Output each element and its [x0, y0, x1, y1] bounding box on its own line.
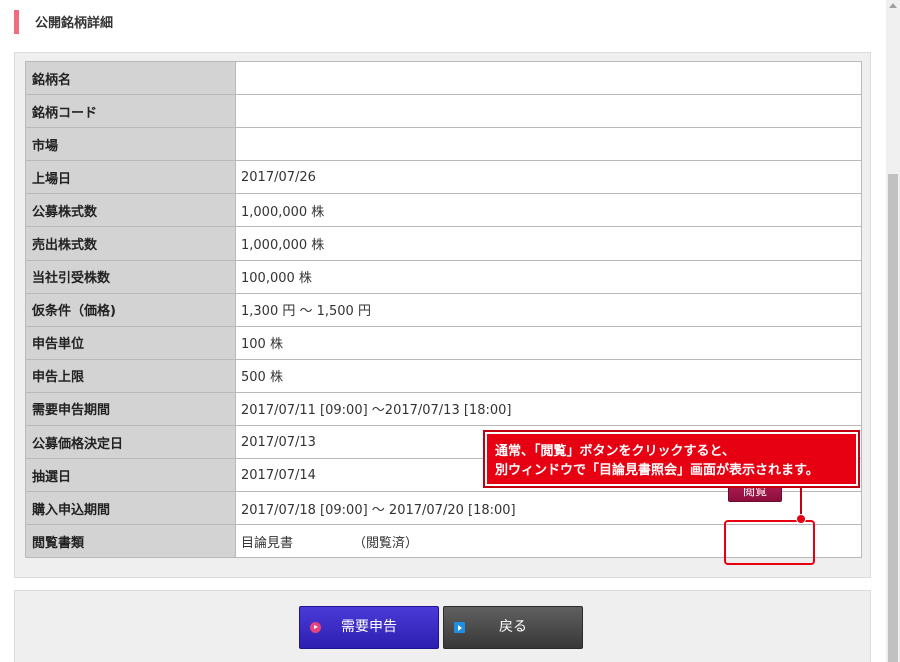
table-row: 市場 [25, 127, 862, 162]
row-value: 100,000 株 [235, 259, 862, 294]
callout-line-2: 別ウィンドウで「目論見書照会」画面が表示されます。 [495, 463, 819, 478]
demand-button-label: 需要申告 [341, 619, 397, 635]
table-row: 当社引受株数 100,000 株 [25, 259, 862, 294]
table-row: 銘柄コード [25, 94, 862, 129]
table-row: 申告単位 100 株 [25, 325, 862, 360]
table-row: 需要申告期間 2017/07/11 [09:00] ～2017/07/13 [18… [25, 391, 862, 427]
row-label: 抽選日 [25, 458, 236, 493]
arrow-right-square-icon [454, 622, 465, 633]
row-value [235, 60, 862, 96]
row-value [235, 127, 862, 162]
document-status: （閲覧済） [353, 535, 419, 551]
row-value: 500 株 [235, 358, 862, 393]
row-value: 2017/07/11 [09:00] ～2017/07/13 [18:00] [235, 391, 862, 427]
row-label: 申告単位 [25, 325, 236, 360]
callout-pointer-dot [796, 514, 806, 524]
row-value: 2017/07/26 [235, 160, 862, 195]
table-row: 申告上限 500 株 [25, 358, 862, 393]
page-header: 公開銘柄詳細 [0, 0, 886, 44]
row-label: 仮条件（価格) [25, 292, 236, 327]
row-label: 公募価格決定日 [25, 425, 236, 460]
table-row: 売出株式数 1,000,000 株 [25, 226, 862, 261]
play-circle-icon [310, 622, 321, 633]
row-label: 銘柄コード [25, 94, 236, 129]
browse-button-highlight [724, 520, 815, 565]
button-bar: 需要申告 戻る [14, 590, 871, 662]
row-value [235, 94, 862, 129]
vertical-scrollbar[interactable] [886, 0, 900, 662]
row-value: 1,300 円 ～ 1,500 円 [235, 292, 862, 327]
row-label: 閲覧書類 [25, 524, 236, 559]
row-label: 当社引受株数 [25, 259, 236, 294]
row-label: 需要申告期間 [25, 391, 236, 427]
document-name: 目論見書 [241, 535, 294, 551]
scroll-up-arrow-icon[interactable] [889, 3, 897, 8]
page-title: 公開銘柄詳細 [35, 16, 114, 31]
row-value: 1,000,000 株 [235, 226, 862, 261]
table-row: 仮条件（価格) 1,300 円 ～ 1,500 円 [25, 292, 862, 327]
row-label: 申告上限 [25, 358, 236, 393]
row-label: 購入申込期間 [25, 491, 236, 526]
callout-line-1: 通常、「閲覧」ボタンをクリックすると、 [495, 444, 735, 459]
table-row: 銘柄名 [25, 60, 862, 96]
instruction-callout: 通常、「閲覧」ボタンをクリックすると、 別ウィンドウで「目論見書照会」画面が表示… [483, 430, 860, 488]
row-label: 売出株式数 [25, 226, 236, 261]
row-label: 銘柄名 [25, 60, 236, 96]
back-button-label: 戻る [499, 619, 527, 635]
row-label: 公募株式数 [25, 193, 236, 228]
table-row: 上場日 2017/07/26 [25, 160, 862, 195]
header-accent-bar [14, 10, 19, 34]
row-value: 100 株 [235, 325, 862, 360]
scrollbar-thumb[interactable] [888, 174, 898, 662]
back-button[interactable]: 戻る [443, 606, 583, 649]
row-label: 市場 [25, 127, 236, 162]
row-value: 1,000,000 株 [235, 193, 862, 228]
table-row: 公募株式数 1,000,000 株 [25, 193, 862, 228]
row-label: 上場日 [25, 160, 236, 195]
demand-declaration-button[interactable]: 需要申告 [299, 606, 439, 649]
